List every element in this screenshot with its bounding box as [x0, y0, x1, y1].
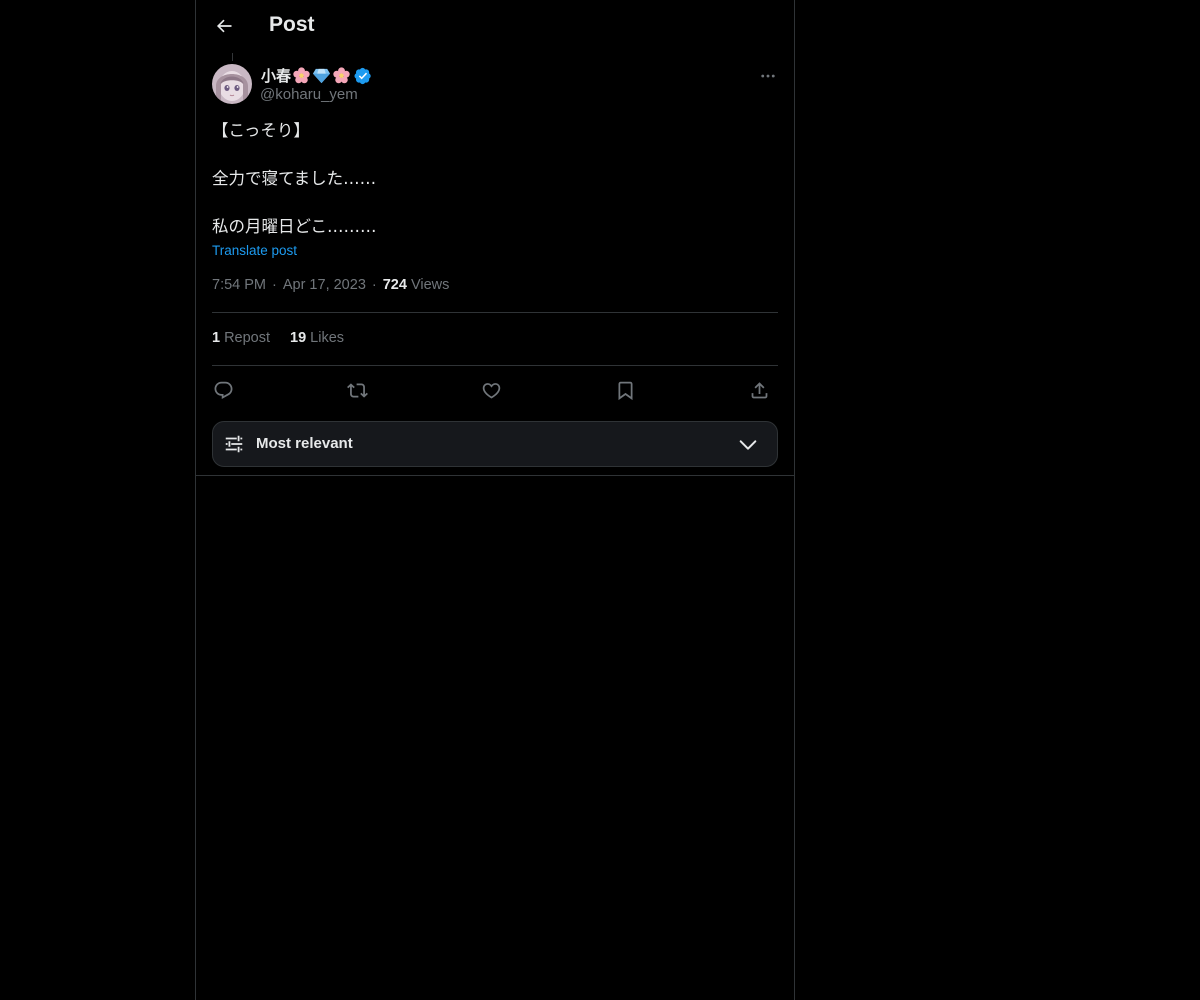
engagement-stats: 1 Repost 19 Likes: [212, 330, 364, 346]
bookmark-button[interactable]: [611, 376, 639, 404]
sliders-icon: [225, 435, 243, 453]
avatar-image: [212, 64, 252, 104]
separator-dot: ·: [272, 277, 277, 293]
reposts-label: Repost: [224, 330, 271, 346]
bookmark-icon: [618, 381, 632, 400]
post-column: Post 小春 @koharu_yem 【こっそり】 全力で寝てました…… 私の…: [195, 0, 795, 1000]
thread-connector-line: [232, 53, 233, 61]
share-icon: [751, 381, 767, 398]
avatar[interactable]: [212, 64, 252, 104]
reply-icon: [214, 381, 232, 399]
reposts-count: 1: [212, 330, 221, 346]
gem-emoji-icon: [312, 66, 331, 85]
separator-dot: ·: [371, 277, 377, 293]
divider: [212, 365, 778, 366]
repost-button[interactable]: [343, 376, 371, 404]
verified-badge-icon[interactable]: [354, 67, 372, 85]
repost-icon: [346, 382, 368, 398]
header: Post: [196, 0, 794, 53]
replies-sort-label: Most relevant: [256, 435, 353, 452]
share-button[interactable]: [745, 376, 773, 404]
likes-count: 19: [290, 330, 307, 346]
reposts-stat-link[interactable]: 1 Repost: [212, 330, 270, 346]
post-text-blank-line: [212, 143, 772, 167]
post-text: 【こっそり】 全力で寝てました…… 私の月曜日どこ………: [212, 119, 772, 239]
more-options-button[interactable]: [756, 64, 780, 88]
post-metadata: 7:54 PM · Apr 17, 2023 · 724 Views: [212, 277, 449, 293]
action-bar: [212, 376, 778, 404]
post-text-line: 【こっそり】: [212, 121, 310, 140]
author-name[interactable]: 小春: [261, 65, 372, 86]
author-handle[interactable]: @koharu_yem: [260, 86, 358, 103]
cherry-blossom-emoji-icon: [292, 66, 311, 85]
likes-label: Likes: [310, 330, 345, 346]
back-button[interactable]: [208, 10, 240, 42]
views-count: 724: [382, 277, 407, 293]
cherry-blossom-emoji-icon: [332, 66, 351, 85]
like-button[interactable]: [477, 376, 505, 404]
page-title: Post: [269, 13, 315, 36]
post-text-line: 私の月曜日どこ………: [212, 217, 377, 236]
post-time[interactable]: 7:54 PM: [212, 277, 266, 293]
translate-post-link[interactable]: Translate post: [212, 243, 297, 258]
divider: [212, 312, 778, 313]
author-display-name: 小春: [261, 68, 292, 85]
reply-button[interactable]: [209, 376, 237, 404]
arrow-left-icon: [216, 19, 232, 33]
like-icon: [482, 382, 500, 399]
likes-stat-link[interactable]: 19 Likes: [290, 330, 344, 346]
post-text-blank-line: [212, 191, 772, 215]
more-horizontal-icon: [761, 74, 775, 78]
views-label: Views: [410, 277, 450, 293]
post-date[interactable]: Apr 17, 2023: [283, 277, 366, 293]
replies-sort-dropdown[interactable]: Most relevant: [212, 421, 778, 467]
post-text-line: 全力で寝てました……: [212, 169, 377, 188]
chevron-down-icon: [739, 440, 757, 450]
divider: [196, 475, 794, 476]
